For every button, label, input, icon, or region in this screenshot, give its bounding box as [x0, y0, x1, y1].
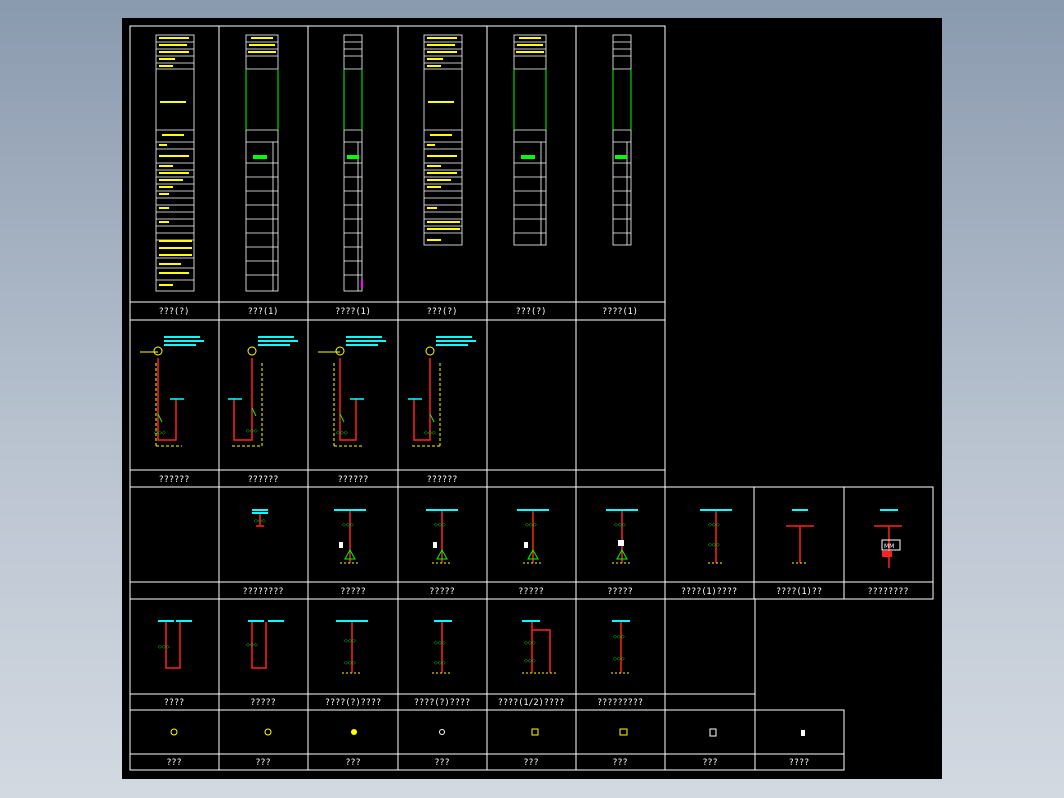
row2-label-1: ?????? — [248, 475, 279, 485]
row5-label-3: ??? — [434, 758, 449, 768]
row2-cells — [129, 319, 666, 488]
svg-text:◇◇◇: ◇◇◇ — [246, 428, 258, 434]
row5-label-6: ??? — [702, 758, 717, 768]
row4-schematics: ◇◇◇ ◇◇◇ ◇◇◇ ◇◇◇ ◇◇◇ ◇◇◇ ◇◇◇ ◇◇◇ ◇◇◇ ◇◇◇ — [158, 620, 631, 674]
svg-text:MM: MM — [884, 543, 894, 550]
row3-label-6: ????(1)???? — [681, 587, 737, 597]
svg-text:◇◇◇: ◇◇◇ — [336, 430, 348, 436]
row2-label-0: ?????? — [159, 475, 190, 485]
row3-label-1: ???????? — [243, 587, 284, 597]
incoming-feeder-4: ◇◇◇ — [408, 336, 476, 447]
row5-label-5: ??? — [612, 758, 627, 768]
row1-label-4: ???(?) — [516, 307, 547, 317]
incoming-feeder-1: ◇◇◇ — [140, 336, 204, 447]
row4-label-4: ????(1/2)???? — [498, 698, 565, 708]
row4-label-2: ????(?)???? — [325, 698, 381, 708]
svg-text:◇◇◇: ◇◇◇ — [614, 522, 626, 528]
row1-label-0: ???(?) — [159, 307, 190, 317]
svg-text:◇◇◇: ◇◇◇ — [154, 430, 166, 436]
row4-label-5: ????????? — [597, 698, 643, 708]
row5-cells — [129, 709, 845, 771]
row5-labels: ??? ??? ??? ??? ??? ??? ??? ???? — [166, 758, 809, 768]
svg-text:◇◇◇: ◇◇◇ — [246, 642, 258, 648]
svg-text:◇◇◇: ◇◇◇ — [344, 638, 356, 644]
row4-label-3: ????(?)???? — [414, 698, 470, 708]
svg-text:◇◇◇: ◇◇◇ — [344, 660, 356, 666]
cad-viewport[interactable]: ???(?) ???(1) ????(1) ???(?) ???(?) ????… — [122, 18, 942, 779]
row3-label-8: ???????? — [868, 587, 909, 597]
svg-text:◇◇◇: ◇◇◇ — [613, 656, 625, 662]
row5-label-1: ??? — [255, 758, 270, 768]
row1-cabinet-columns — [155, 34, 632, 292]
svg-text:◇◇◇: ◇◇◇ — [613, 634, 625, 640]
row3-label-5: ????? — [607, 587, 633, 597]
incoming-feeder-3: ◇◇◇ — [318, 336, 386, 447]
svg-text:◇◇◇: ◇◇◇ — [708, 522, 720, 528]
svg-text:◇◇◇: ◇◇◇ — [158, 644, 170, 650]
row3-cells — [129, 486, 934, 600]
row1-label-1: ???(1) — [248, 307, 279, 317]
row3-label-3: ????? — [429, 587, 455, 597]
svg-text:◇◇◇: ◇◇◇ — [524, 658, 536, 664]
svg-text:◇◇◇: ◇◇◇ — [434, 660, 446, 666]
row1-green-separators — [245, 69, 632, 130]
svg-text:◇◇◇: ◇◇◇ — [342, 522, 354, 528]
svg-text:◇◇◇: ◇◇◇ — [525, 522, 537, 528]
svg-text:◇◇◇: ◇◇◇ — [434, 522, 446, 528]
row1-label-3: ???(?) — [427, 307, 458, 317]
svg-text:◇◇◇: ◇◇◇ — [524, 640, 536, 646]
electrical-schematic-sheet: ???(?) ???(1) ????(1) ???(?) ???(?) ????… — [129, 25, 934, 771]
row4-label-1: ????? — [250, 698, 276, 708]
row3-schematics: ◇◇◇ ◇◇◇ ◇◇◇ ◇◇◇ ◇◇◇ ◇◇◇ MM — [252, 509, 902, 568]
svg-text:◇◇◇: ◇◇◇ — [434, 640, 446, 646]
incoming-feeder-2: ◇◇◇ — [228, 336, 298, 447]
magenta-marker — [361, 280, 363, 288]
svg-text:◇◇◇: ◇◇◇ — [708, 542, 720, 548]
row3-label-4: ????? — [518, 587, 544, 597]
row5-label-2: ??? — [345, 758, 360, 768]
row5-label-4: ??? — [523, 758, 538, 768]
row4-label-0: ???? — [164, 698, 184, 708]
row1-label-2: ????(1) — [335, 307, 371, 317]
row1-table-cells — [129, 25, 666, 321]
row5-label-7: ???? — [789, 758, 809, 768]
row3-label-7: ????(1)?? — [776, 587, 822, 597]
row5-label-0: ??? — [166, 758, 181, 768]
svg-text:◇◇◇: ◇◇◇ — [424, 430, 436, 436]
row4-labels: ???? ????? ????(?)???? ????(?)???? ????(… — [164, 698, 643, 708]
row1-table-text-marks — [159, 37, 544, 286]
row2-label-3: ?????? — [427, 475, 458, 485]
row2-label-2: ?????? — [338, 475, 369, 485]
row3-label-2: ????? — [340, 587, 366, 597]
row1-label-5: ????(1) — [602, 307, 638, 317]
row5-symbols — [170, 728, 805, 737]
